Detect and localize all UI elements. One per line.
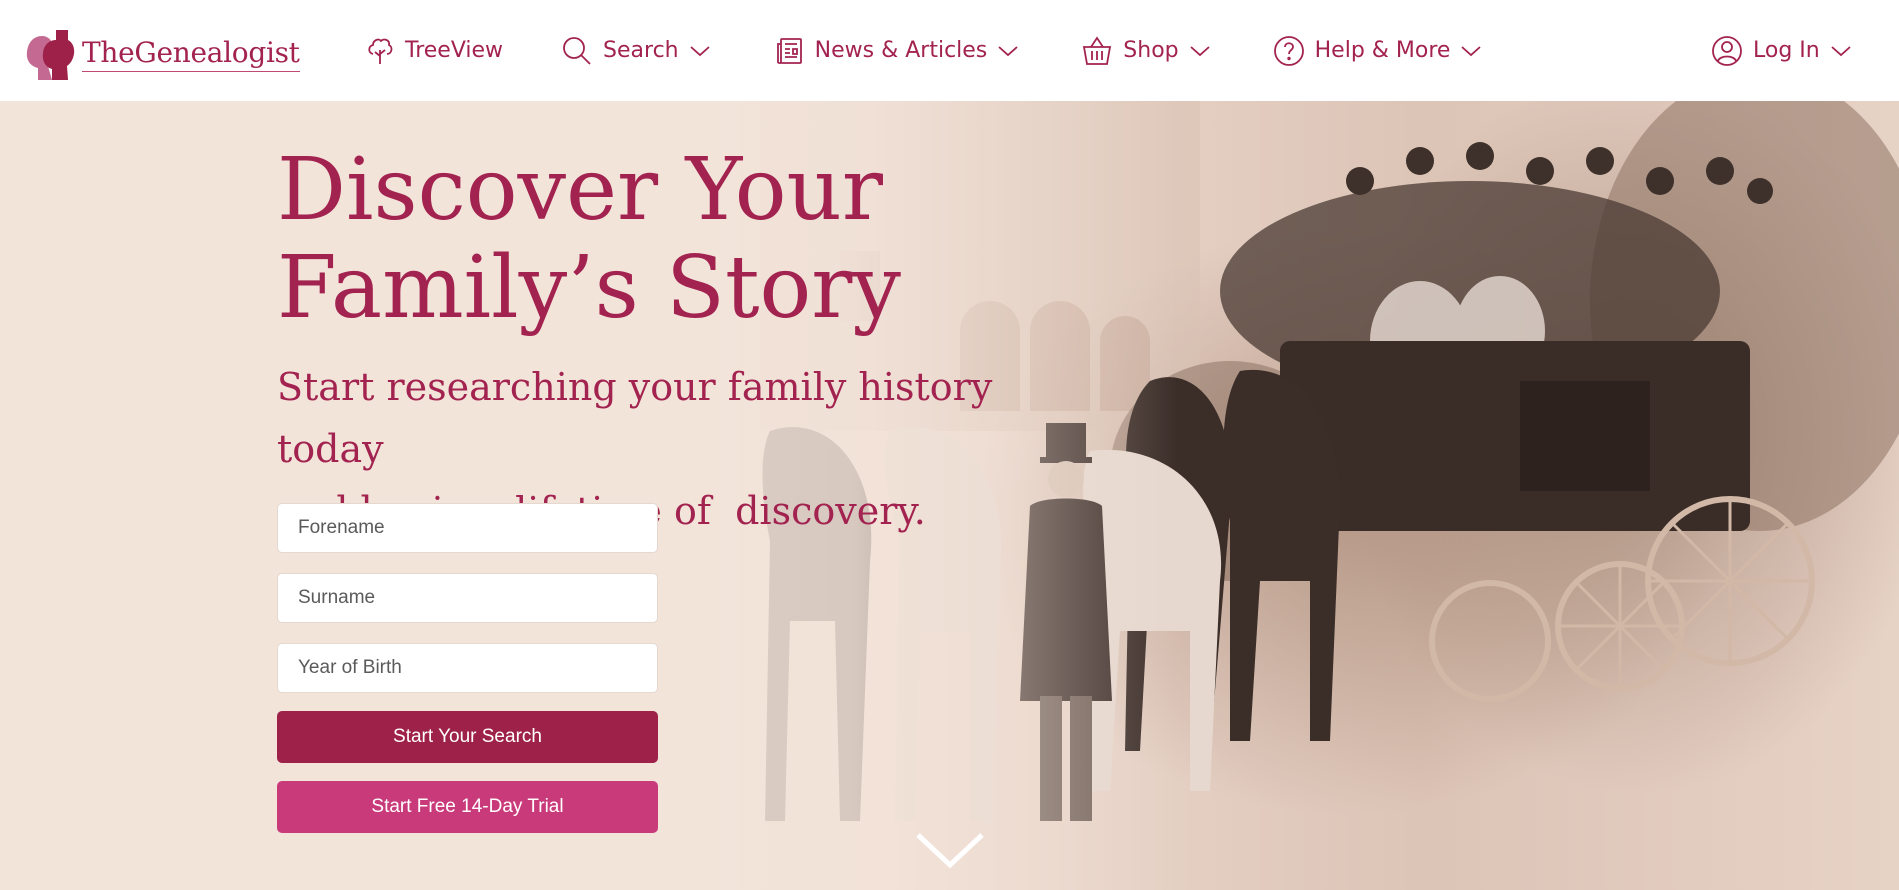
logo-silhouettes-icon [26, 30, 75, 80]
nav-item-treeview[interactable]: TreeView [365, 36, 503, 66]
nav-label-search: Search [603, 38, 679, 63]
logo-text: TheGenealogist [82, 36, 300, 72]
basket-icon [1083, 35, 1112, 65]
surname-input[interactable] [277, 573, 658, 623]
search-icon [563, 36, 591, 65]
forename-input[interactable] [277, 503, 658, 553]
user-icon [1712, 35, 1742, 66]
free-trial-button[interactable]: Start Free 14-Day Trial [277, 781, 658, 833]
hero-headline-line1: Discover Your [277, 140, 884, 240]
chevron-down-icon [998, 45, 1018, 56]
nav-item-news[interactable]: News & Articles [775, 36, 1020, 66]
help-icon [1273, 35, 1304, 66]
hero-section: Discover Your Family’s Story Start resea… [0, 101, 1899, 890]
nav-label-help: Help & More [1314, 38, 1451, 63]
nav-item-search[interactable]: Search [561, 35, 711, 67]
tree-icon [368, 38, 393, 64]
nav-item-shop[interactable]: Shop [1081, 35, 1210, 67]
nav-label-treeview: TreeView [405, 38, 504, 63]
nav-item-help[interactable]: Help & More [1273, 35, 1483, 67]
chevron-down-icon [1831, 45, 1851, 56]
hero-subheading-line1: Start researching your family history to… [277, 365, 993, 471]
site-logo[interactable]: TheGenealogist [18, 28, 300, 80]
chevron-down-icon [690, 45, 710, 56]
scroll-down-chevron-icon[interactable] [914, 831, 986, 871]
year-of-birth-input[interactable] [277, 643, 658, 693]
login-label: Log In [1753, 38, 1820, 63]
hero-headline: Discover Your Family’s Story [277, 141, 977, 337]
site-header: TheGenealogist TreeView Search News & Ar… [0, 0, 1899, 101]
chevron-down-icon [1190, 45, 1210, 56]
nav-label-shop: Shop [1123, 38, 1179, 63]
chevron-down-icon [1461, 45, 1482, 56]
nav-label-news: News & Articles [814, 38, 988, 63]
hero-headline-line2: Family’s Story [277, 238, 902, 338]
newspaper-icon [776, 37, 802, 64]
login-button[interactable]: Log In [1711, 35, 1852, 67]
start-search-button[interactable]: Start Your Search [277, 711, 658, 763]
account-nav: Log In [1711, 0, 1852, 101]
main-nav: TreeView Search News & Articles Shop Hel… [365, 0, 1482, 101]
